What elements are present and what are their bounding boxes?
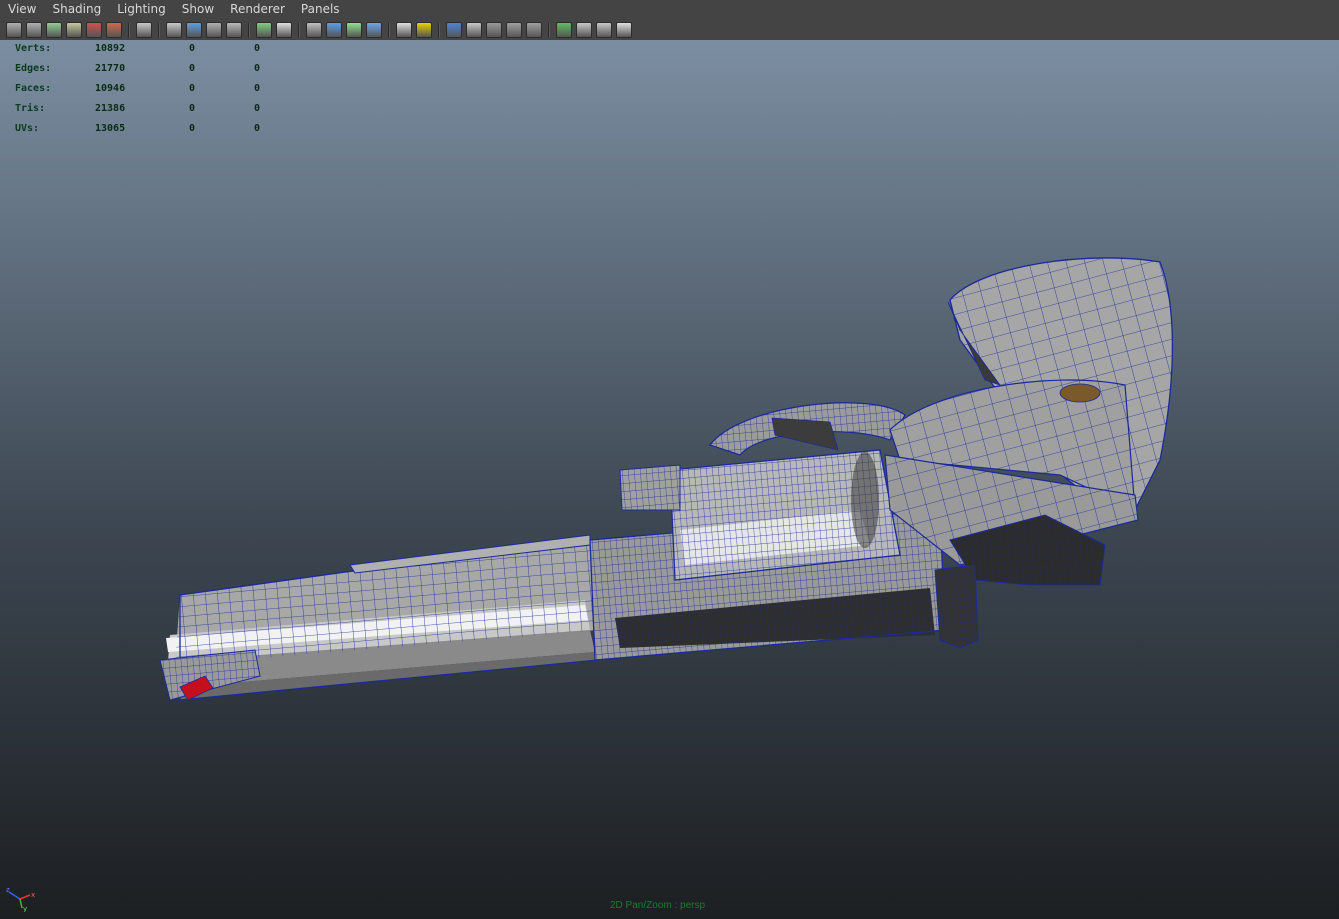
axis-y-label: y: [23, 905, 27, 912]
toolbar-separator: [158, 22, 160, 37]
toolbar-separator: [298, 22, 300, 37]
grease-pencil-icon[interactable]: [86, 21, 102, 38]
xray-components-icon[interactable]: [596, 21, 612, 38]
maya-viewport-panel: View Shading Lighting Show Renderer Pane…: [0, 0, 1339, 919]
trigger-guard: [709, 402, 906, 456]
toolbar-separator: [388, 22, 390, 37]
menu-show[interactable]: Show: [174, 0, 222, 19]
camera-attributes-icon[interactable]: [26, 21, 42, 38]
field-chart-icon[interactable]: [226, 21, 242, 38]
barrel: [159, 534, 599, 701]
trigger: [934, 564, 979, 649]
toolbar-separator: [128, 22, 130, 37]
xray-icon[interactable]: [366, 21, 382, 38]
safe-action-icon[interactable]: [256, 21, 272, 38]
menu-renderer[interactable]: Renderer: [222, 0, 293, 19]
menu-panels[interactable]: Panels: [293, 0, 348, 19]
shadows-icon[interactable]: [446, 21, 462, 38]
depth-of-field-icon[interactable]: [526, 21, 542, 38]
isolate-select-icon[interactable]: [556, 21, 572, 38]
smooth-shade-icon[interactable]: [326, 21, 342, 38]
film-gate-icon[interactable]: [166, 21, 182, 38]
xray-joints-icon[interactable]: [576, 21, 592, 38]
menu-shading[interactable]: Shading: [44, 0, 109, 19]
axis-z-label: z: [6, 886, 10, 894]
view-axis-icon: x y z: [6, 886, 35, 912]
menu-lighting[interactable]: Lighting: [109, 0, 174, 19]
safe-title-icon[interactable]: [276, 21, 292, 38]
textured-icon[interactable]: [396, 21, 412, 38]
toolbar-separator: [248, 22, 250, 37]
menu-view[interactable]: View: [0, 0, 44, 19]
wireframe-icon[interactable]: [306, 21, 322, 38]
share-view-icon[interactable]: [616, 21, 632, 38]
image-plane-icon[interactable]: [66, 21, 82, 38]
perspective-viewport[interactable]: Verts: 10892 0 0 Edges: 21770 0 0 Faces:…: [0, 40, 1339, 919]
revolver-mesh[interactable]: [0, 40, 1339, 919]
toolbar-separator: [438, 22, 440, 37]
default-light-icon[interactable]: [416, 21, 432, 38]
two-d-pan-zoom-icon[interactable]: [106, 21, 122, 38]
bookmarks-icon[interactable]: [46, 21, 62, 38]
camera-select-icon[interactable]: [6, 21, 22, 38]
anti-aliasing-icon[interactable]: [506, 21, 522, 38]
toolbar-separator: [548, 22, 550, 37]
panel-toolbar: [0, 19, 1339, 40]
axis-x-label: x: [31, 891, 35, 899]
panel-menu-bar: View Shading Lighting Show Renderer Pane…: [0, 0, 1339, 19]
grip: [884, 257, 1174, 586]
motion-blur-icon[interactable]: [486, 21, 502, 38]
grid-icon[interactable]: [136, 21, 152, 38]
wireframe-on-shaded-icon[interactable]: [346, 21, 362, 38]
gate-mask-icon[interactable]: [206, 21, 222, 38]
screen-space-ao-icon[interactable]: [466, 21, 482, 38]
resolution-gate-icon[interactable]: [186, 21, 202, 38]
camera-label: 2D Pan/Zoom : persp: [610, 900, 706, 911]
